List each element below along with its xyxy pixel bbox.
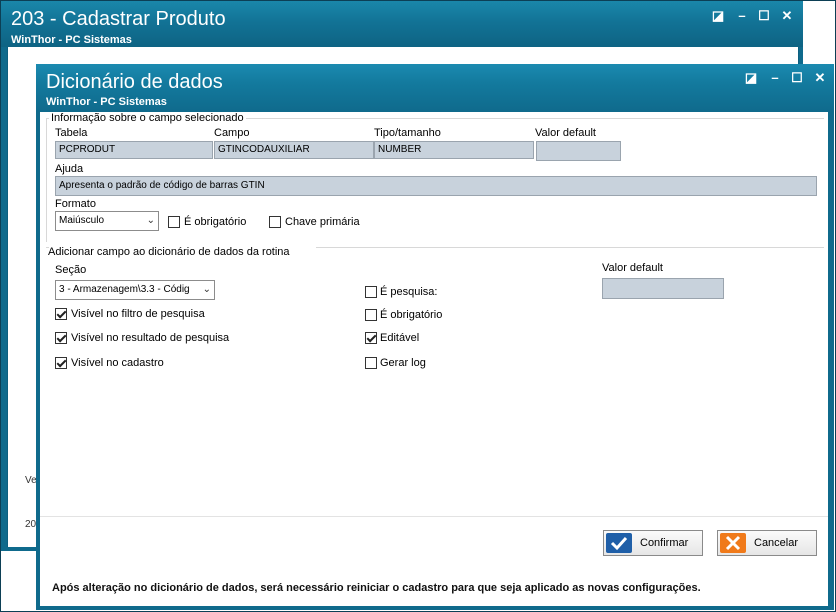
tabela-field: PCPRODUT <box>55 141 213 159</box>
visivel-cadastro-label: Visível no cadastro <box>71 357 164 369</box>
editavel-checkbox[interactable] <box>365 332 377 344</box>
close-icon[interactable]: ✕ <box>811 70 829 86</box>
secao-label: Seção <box>55 264 87 276</box>
e-obrigatorio-checkbox[interactable] <box>365 309 377 321</box>
visivel-filtro-label: Visível no filtro de pesquisa <box>71 308 205 320</box>
background-window-edge <box>803 1 835 47</box>
valor-default-secao-label: Valor default <box>602 262 663 274</box>
close-icon[interactable]: ✕ <box>778 8 796 24</box>
tabela-label: Tabela <box>55 127 88 139</box>
campo-label: Campo <box>214 127 250 139</box>
formato-label: Formato <box>55 198 96 210</box>
maximize-icon[interactable]: ☐ <box>788 70 806 86</box>
checkmark-icon <box>606 533 632 553</box>
valor-default-label: Valor default <box>535 127 596 139</box>
gerar-log-checkbox[interactable] <box>365 357 377 369</box>
background-window-title: 203 - Cadastrar Produto <box>11 8 226 30</box>
minimize-icon[interactable]: – <box>766 70 784 86</box>
formato-select[interactable]: Maiúsculo ⌄ <box>55 211 159 231</box>
background-text-fragment: 20 <box>25 519 37 530</box>
campo-field: GTINCODAUXILIAR <box>214 141 374 159</box>
tipo-tamanho-field: NUMBER <box>374 141 534 159</box>
field-info-group-label: Informação sobre o campo selecionado <box>51 112 244 124</box>
valor-default-secao-field[interactable] <box>602 278 724 299</box>
cancelar-button-label: Cancelar <box>754 537 799 549</box>
ajuda-label: Ajuda <box>55 163 84 175</box>
group-border <box>316 247 824 248</box>
e-pesquisa-label: É pesquisa: <box>380 286 438 298</box>
tipo-tamanho-label: Tipo/tamanho <box>374 127 441 139</box>
footer-separator <box>40 516 828 517</box>
group-border <box>246 118 824 119</box>
gerar-log-label: Gerar log <box>380 357 426 369</box>
e-pesquisa-checkbox[interactable] <box>365 286 377 298</box>
visivel-resultado-label: Visível no resultado de pesquisa <box>71 332 230 344</box>
background-window-titlebar: 203 - Cadastrar Produto WinThor - PC Sis… <box>1 1 803 47</box>
chevron-down-icon: ⌄ <box>202 284 211 295</box>
cancel-x-icon <box>720 533 746 553</box>
background-window-subtitle: WinThor - PC Sistemas <box>11 34 132 46</box>
chevron-down-icon: ⌄ <box>146 215 155 226</box>
dictionary-dialog: Dicionário de dados WinThor - PC Sistema… <box>36 64 834 610</box>
secao-select[interactable]: 3 - Armazenagem\3.3 - Códig ⌄ <box>55 280 215 300</box>
chave-primaria-checkbox-label: Chave primária <box>285 216 360 228</box>
dialog-subtitle: WinThor - PC Sistemas <box>46 96 167 108</box>
formato-select-value: Maiúsculo <box>59 215 105 226</box>
visivel-cadastro-checkbox[interactable] <box>55 357 67 369</box>
maximize-icon[interactable]: ☐ <box>755 8 773 24</box>
visivel-filtro-checkbox[interactable] <box>55 308 67 320</box>
obrigatorio-checkbox-label: É obrigatório <box>184 216 247 228</box>
obrigatorio-checkbox[interactable] <box>168 216 180 228</box>
secao-select-value: 3 - Armazenagem\3.3 - Códig <box>59 284 190 295</box>
restore-icon[interactable]: ◪ <box>709 8 727 24</box>
editavel-label: Editável <box>380 332 420 344</box>
footer-note: Após alteração no dicionário de dados, s… <box>52 582 701 594</box>
dialog-title: Dicionário de dados <box>46 71 223 93</box>
background-text-fragment: Ve <box>25 475 37 486</box>
visivel-resultado-checkbox[interactable] <box>55 332 67 344</box>
confirmar-button[interactable]: Confirmar <box>603 530 703 556</box>
ajuda-field: Apresenta o padrão de código de barras G… <box>55 176 817 196</box>
chave-primaria-checkbox[interactable] <box>269 216 281 228</box>
dialog-body: Informação sobre o campo selecionado Tab… <box>40 112 828 606</box>
confirmar-button-label: Confirmar <box>640 537 689 549</box>
minimize-icon[interactable]: – <box>733 8 751 24</box>
restore-icon[interactable]: ◪ <box>742 70 760 86</box>
e-obrigatorio-label: É obrigatório <box>380 309 443 321</box>
valor-default-field <box>536 141 621 161</box>
group-border <box>46 118 47 242</box>
add-field-group-label: Adicionar campo ao dicionário de dados d… <box>48 246 290 258</box>
cancelar-button[interactable]: Cancelar <box>717 530 817 556</box>
dialog-titlebar: Dicionário de dados WinThor - PC Sistema… <box>36 64 834 112</box>
